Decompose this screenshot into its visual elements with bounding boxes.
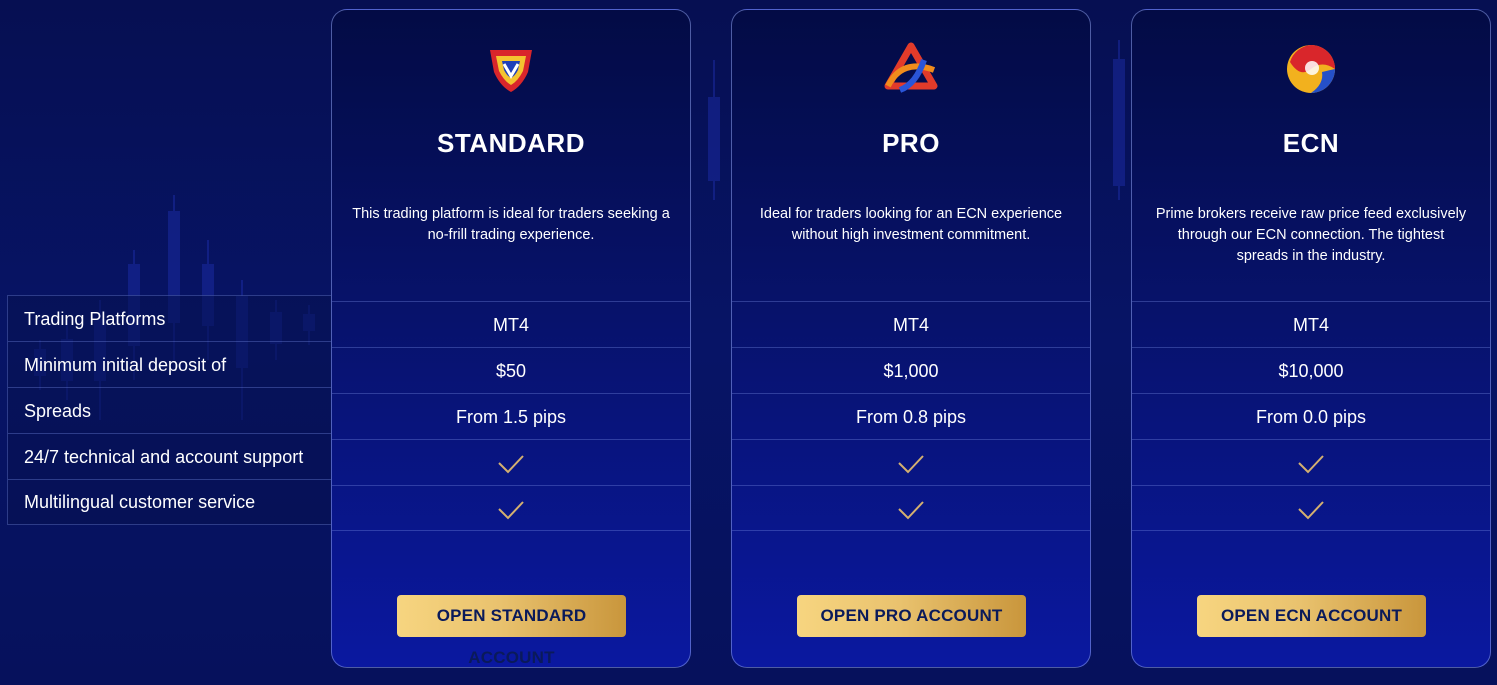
plan-card-pro: PRO Ideal for traders looking for an ECN… [731,9,1091,668]
spreads-value: From 1.5 pips [332,393,690,439]
check-icon [498,501,524,520]
label-minimum-deposit: Minimum initial deposit of [8,342,331,388]
plan-card-standard: STANDARD This trading platform is ideal … [331,9,691,668]
check-icon [898,501,924,520]
check-icon [898,455,924,474]
check-icon [1298,455,1324,474]
plan-features: MT4 $50 From 1.5 pips [332,301,690,531]
deposit-value: $10,000 [1132,347,1490,393]
plan-title: PRO [882,128,940,158]
check-icon [1298,501,1324,520]
open-pro-account-button[interactable]: OPEN PRO ACCOUNT [797,595,1026,637]
support-check [332,439,690,485]
plan-features: MT4 $1,000 From 0.8 pips [732,301,1090,531]
plan-features: MT4 $10,000 From 0.0 pips [1132,301,1490,531]
plan-title: STANDARD [437,128,585,158]
support-check [732,439,1090,485]
plan-title: ECN [1282,128,1340,158]
support-check [1132,439,1490,485]
sphere-logo-icon [1287,45,1335,93]
label-trading-platforms: Trading Platforms [8,296,331,342]
platform-value: MT4 [732,301,1090,347]
multilingual-check [332,485,690,531]
open-ecn-account-button[interactable]: OPEN ECN ACCOUNT [1197,595,1426,637]
platform-value: MT4 [332,301,690,347]
multilingual-check [732,485,1090,531]
deposit-value: $50 [332,347,690,393]
label-support: 24/7 technical and account support [8,434,331,480]
multilingual-check [1132,485,1490,531]
spreads-value: From 0.0 pips [1132,393,1490,439]
plan-card-ecn: ECN Prime brokers receive raw price feed… [1131,9,1491,668]
plan-description: This trading platform is ideal for trade… [352,206,670,243]
label-multilingual: Multilingual customer service [24,492,256,512]
feature-labels: Trading Platforms Minimum initial deposi… [7,295,331,525]
label-spreads: Spreads [8,388,331,434]
check-icon [498,455,524,474]
shield-logo-icon [490,50,532,92]
deposit-value: $1,000 [732,347,1090,393]
platform-value: MT4 [1132,301,1490,347]
plan-description: Ideal for traders looking for an ECN exp… [759,206,1063,243]
open-standard-account-button[interactable]: OPEN STANDARD ACCOUNT [397,595,626,667]
triangle-logo-icon [884,42,938,93]
spreads-value: From 0.8 pips [732,393,1090,439]
plan-description: Prime brokers receive raw price feed exc… [1155,206,1467,264]
